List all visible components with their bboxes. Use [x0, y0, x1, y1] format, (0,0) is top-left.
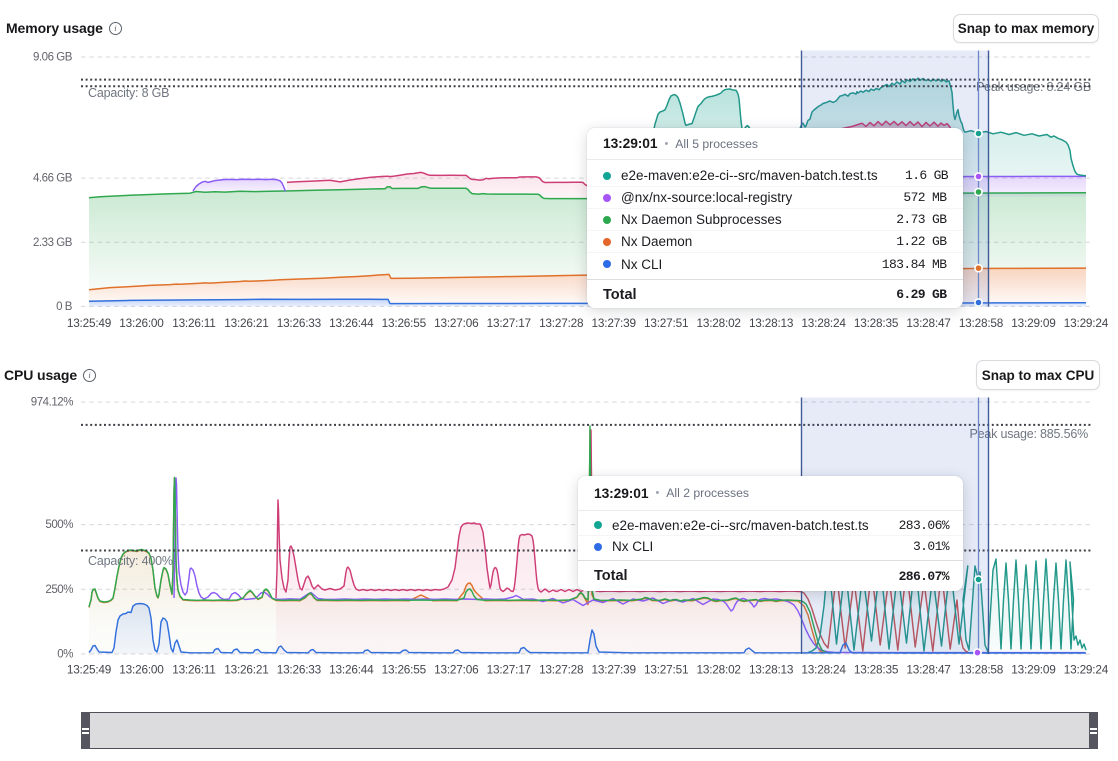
svg-text:13:28:02: 13:28:02	[696, 663, 740, 677]
svg-text:13:27:39: 13:27:39	[592, 316, 636, 330]
svg-text:13:27:28: 13:27:28	[539, 316, 584, 330]
svg-text:Capacity: 400%: Capacity: 400%	[88, 554, 173, 568]
svg-text:13:27:28: 13:27:28	[539, 663, 584, 677]
svg-text:13:28:13: 13:28:13	[749, 663, 794, 677]
svg-text:13:27:06: 13:27:06	[434, 316, 479, 330]
svg-text:13:27:17: 13:27:17	[487, 663, 531, 677]
svg-text:500%: 500%	[45, 519, 73, 531]
svg-text:13:26:00: 13:26:00	[119, 316, 164, 330]
svg-text:13:28:24: 13:28:24	[801, 316, 846, 330]
svg-text:13:26:55: 13:26:55	[382, 316, 427, 330]
svg-text:13:27:39: 13:27:39	[592, 663, 636, 677]
svg-text:4.66 GB: 4.66 GB	[33, 173, 73, 185]
svg-text:9.06 GB: 9.06 GB	[33, 52, 73, 64]
svg-text:13:28:47: 13:28:47	[906, 663, 950, 677]
svg-text:Capacity: 8 GB: Capacity: 8 GB	[88, 86, 169, 100]
svg-text:13:27:06: 13:27:06	[434, 663, 479, 677]
svg-text:13:25:49: 13:25:49	[67, 316, 111, 330]
svg-text:13:26:11: 13:26:11	[172, 316, 215, 330]
svg-text:0%: 0%	[57, 649, 73, 661]
svg-text:13:26:21: 13:26:21	[224, 663, 268, 677]
svg-text:13:28:13: 13:28:13	[749, 316, 794, 330]
svg-text:13:26:44: 13:26:44	[329, 316, 374, 330]
svg-text:974.12%: 974.12%	[31, 397, 73, 409]
svg-text:2.33 GB: 2.33 GB	[33, 237, 73, 249]
svg-text:13:26:33: 13:26:33	[277, 663, 322, 677]
svg-text:13:26:44: 13:26:44	[329, 663, 374, 677]
svg-text:13:29:09: 13:29:09	[1011, 663, 1055, 677]
svg-text:13:28:35: 13:28:35	[854, 663, 899, 677]
svg-text:13:26:55: 13:26:55	[382, 663, 427, 677]
svg-text:13:26:00: 13:26:00	[119, 663, 164, 677]
svg-text:13:28:47: 13:28:47	[906, 316, 950, 330]
svg-text:13:26:21: 13:26:21	[224, 316, 268, 330]
svg-text:13:29:24: 13:29:24	[1064, 663, 1109, 677]
svg-text:13:28:02: 13:28:02	[696, 316, 740, 330]
svg-text:13:27:17: 13:27:17	[487, 316, 531, 330]
svg-text:13:26:33: 13:26:33	[277, 316, 322, 330]
svg-text:250%: 250%	[45, 584, 73, 596]
svg-text:13:29:24: 13:29:24	[1064, 316, 1109, 330]
svg-text:13:28:35: 13:28:35	[854, 316, 899, 330]
svg-text:13:27:51: 13:27:51	[644, 663, 688, 677]
svg-text:13:28:58: 13:28:58	[959, 316, 1004, 330]
svg-text:13:27:51: 13:27:51	[644, 316, 688, 330]
svg-text:13:28:58: 13:28:58	[959, 663, 1004, 677]
svg-text:13:29:09: 13:29:09	[1011, 316, 1055, 330]
svg-text:0 B: 0 B	[56, 301, 73, 313]
svg-text:13:26:11: 13:26:11	[172, 663, 215, 677]
svg-text:13:25:49: 13:25:49	[67, 663, 111, 677]
svg-text:13:28:24: 13:28:24	[801, 663, 846, 677]
